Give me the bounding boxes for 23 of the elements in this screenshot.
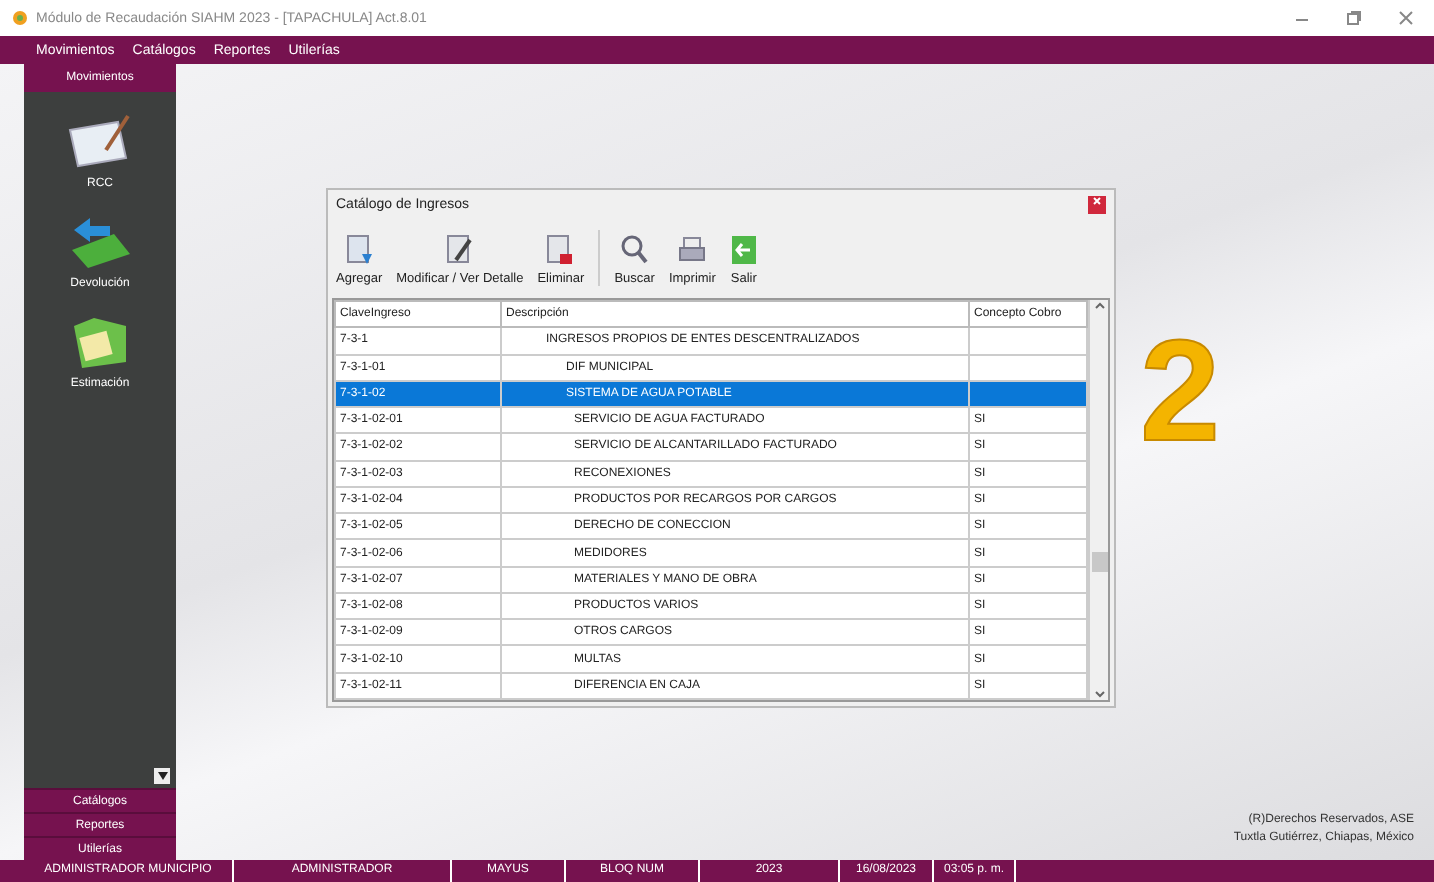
caret-icon	[157, 772, 167, 780]
scroll-up-icon[interactable]	[1093, 300, 1105, 312]
scrollbar[interactable]	[1088, 300, 1108, 700]
table-cell	[969, 327, 1087, 355]
money-arrow-icon	[66, 214, 134, 270]
edit-document-icon	[445, 234, 474, 266]
close-icon	[1092, 196, 1102, 206]
scroll-down-icon[interactable]	[1093, 688, 1105, 700]
scroll-thumb[interactable]	[1091, 552, 1107, 572]
table-cell	[969, 354, 1087, 381]
exit-icon	[729, 234, 758, 266]
paper-pen-icon	[66, 114, 134, 170]
dropdown-button[interactable]	[154, 768, 170, 784]
search-icon	[620, 234, 649, 266]
close-icon[interactable]	[1398, 10, 1414, 26]
add-document-icon	[345, 234, 374, 266]
close-button[interactable]	[1088, 196, 1106, 214]
annotation-number: 2	[1140, 320, 1221, 464]
restore-icon[interactable]	[1346, 10, 1362, 26]
delete-document-icon	[546, 234, 575, 266]
printer-icon	[678, 234, 707, 266]
app-logo-icon	[12, 10, 28, 26]
table-cell	[969, 380, 1087, 408]
